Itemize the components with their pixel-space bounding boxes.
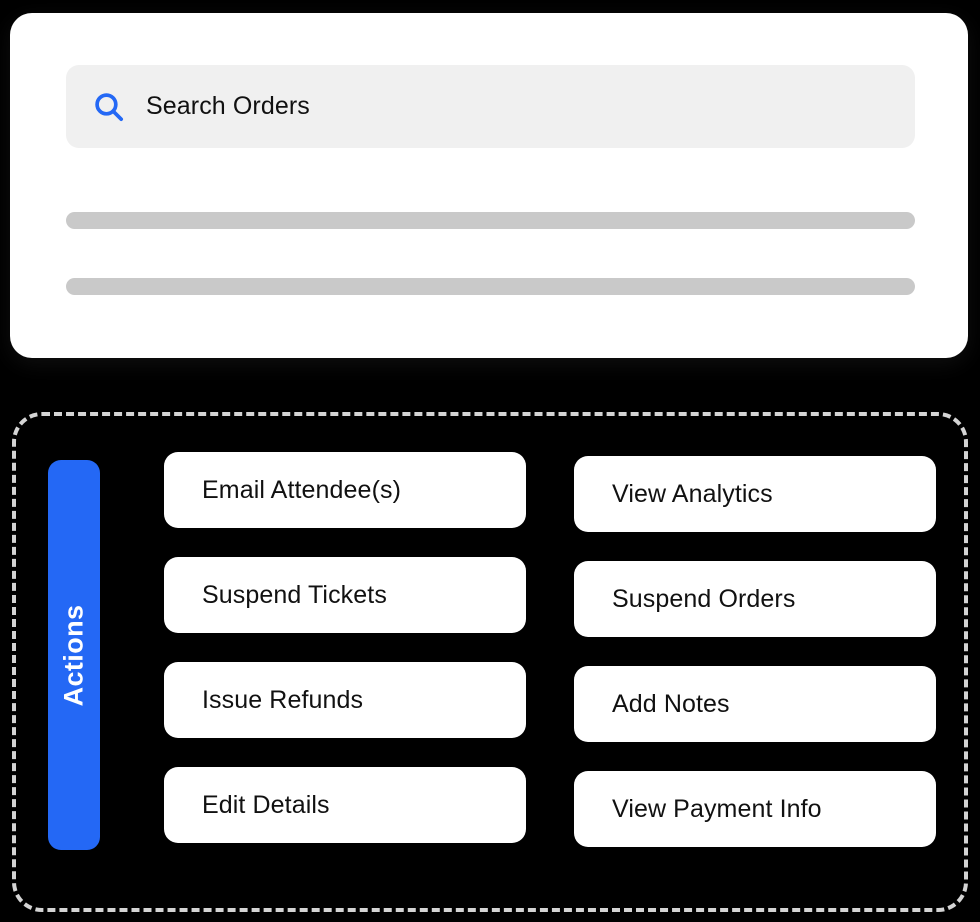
email-attendees-button[interactable]: Email Attendee(s) [164,452,526,528]
button-label: View Payment Info [612,794,822,823]
search-icon [95,92,124,121]
view-payment-info-button[interactable]: View Payment Info [574,771,936,847]
edit-details-button[interactable]: Edit Details [164,767,526,843]
actions-tab[interactable]: Actions [48,460,100,850]
button-label: Add Notes [612,689,730,718]
button-label: Edit Details [202,790,330,819]
actions-grid: Email Attendee(s) Suspend Tickets Issue … [164,452,936,862]
search-input-text: Search Orders [146,92,310,120]
placeholder-bar-1 [66,212,915,229]
actions-left-column: Email Attendee(s) Suspend Tickets Issue … [164,452,526,862]
actions-tab-label: Actions [58,604,89,706]
actions-panel: Actions Email Attendee(s) Suspend Ticket… [12,412,968,912]
add-notes-button[interactable]: Add Notes [574,666,936,742]
issue-refunds-button[interactable]: Issue Refunds [164,662,526,738]
button-label: Suspend Orders [612,584,796,613]
button-label: Email Attendee(s) [202,475,402,504]
suspend-tickets-button[interactable]: Suspend Tickets [164,557,526,633]
actions-right-column: View Analytics Suspend Orders Add Notes … [574,452,936,862]
button-label: View Analytics [612,479,773,508]
button-label: Suspend Tickets [202,580,387,609]
search-card: Search Orders [10,13,968,358]
search-input[interactable]: Search Orders [66,65,915,148]
button-label: Issue Refunds [202,685,364,714]
view-analytics-button[interactable]: View Analytics [574,456,936,532]
suspend-orders-button[interactable]: Suspend Orders [574,561,936,637]
placeholder-bar-2 [66,278,915,295]
